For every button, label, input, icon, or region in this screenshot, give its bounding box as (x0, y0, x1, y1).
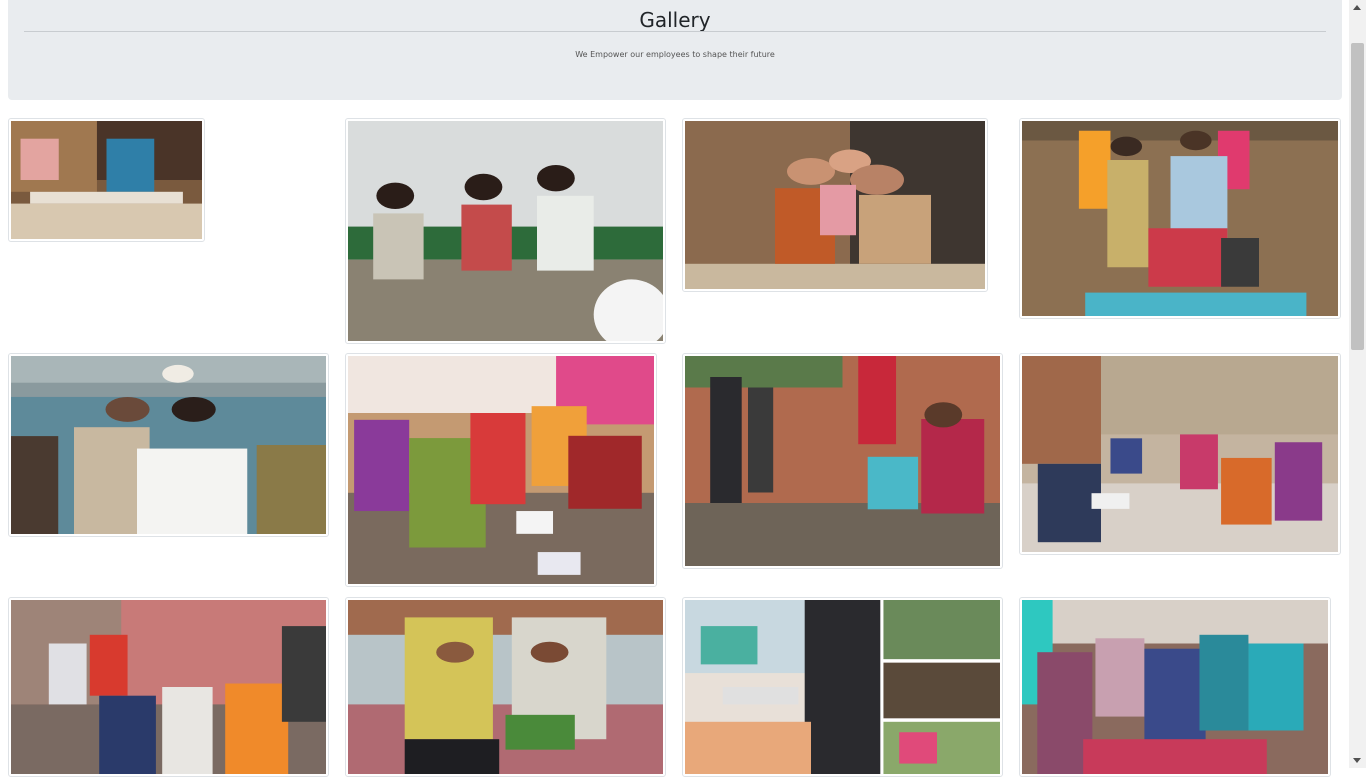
gallery-image-7[interactable] (682, 353, 1003, 569)
scroll-down-arrow-icon[interactable] (1353, 758, 1361, 763)
page-subtitle: We Empower our employees to shape their … (575, 50, 775, 59)
gallery-image-12[interactable] (1019, 597, 1331, 777)
gallery-image-1[interactable] (8, 118, 205, 242)
gallery-image-9[interactable] (8, 597, 329, 777)
page-scrollbar[interactable] (1349, 0, 1366, 768)
gallery-image-8[interactable] (1019, 353, 1341, 555)
page-title: Gallery (639, 8, 711, 32)
gallery-image-3[interactable] (682, 118, 988, 292)
scrollbar-thumb[interactable] (1351, 43, 1364, 350)
gallery-image-4[interactable] (1019, 118, 1341, 319)
scroll-up-arrow-icon[interactable] (1353, 5, 1361, 10)
gallery-image-2[interactable] (345, 118, 666, 344)
gallery-image-5[interactable] (8, 353, 329, 537)
gallery-header: Gallery We Empower our employees to shap… (8, 0, 1342, 100)
header-divider (24, 31, 1326, 32)
gallery-image-11[interactable] (682, 597, 1003, 777)
gallery-image-10[interactable] (345, 597, 666, 777)
gallery-image-6[interactable] (345, 353, 657, 587)
